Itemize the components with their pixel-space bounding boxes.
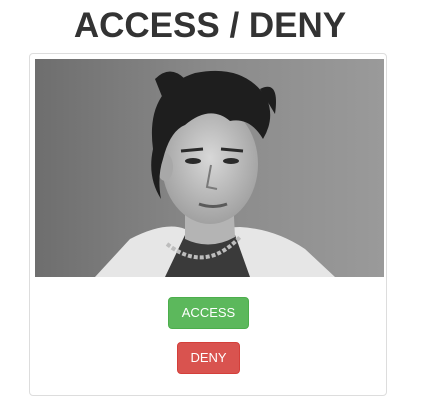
portrait-illustration [35,59,384,277]
access-card: ACCESS DENY [29,53,387,396]
access-button[interactable]: ACCESS [168,297,249,329]
page-title: ACCESS / DENY [73,6,347,45]
deny-button[interactable]: DENY [177,342,240,374]
page: ACCESS / DENY ACCESS DENY [0,0,429,415]
portrait-photo [35,59,384,277]
